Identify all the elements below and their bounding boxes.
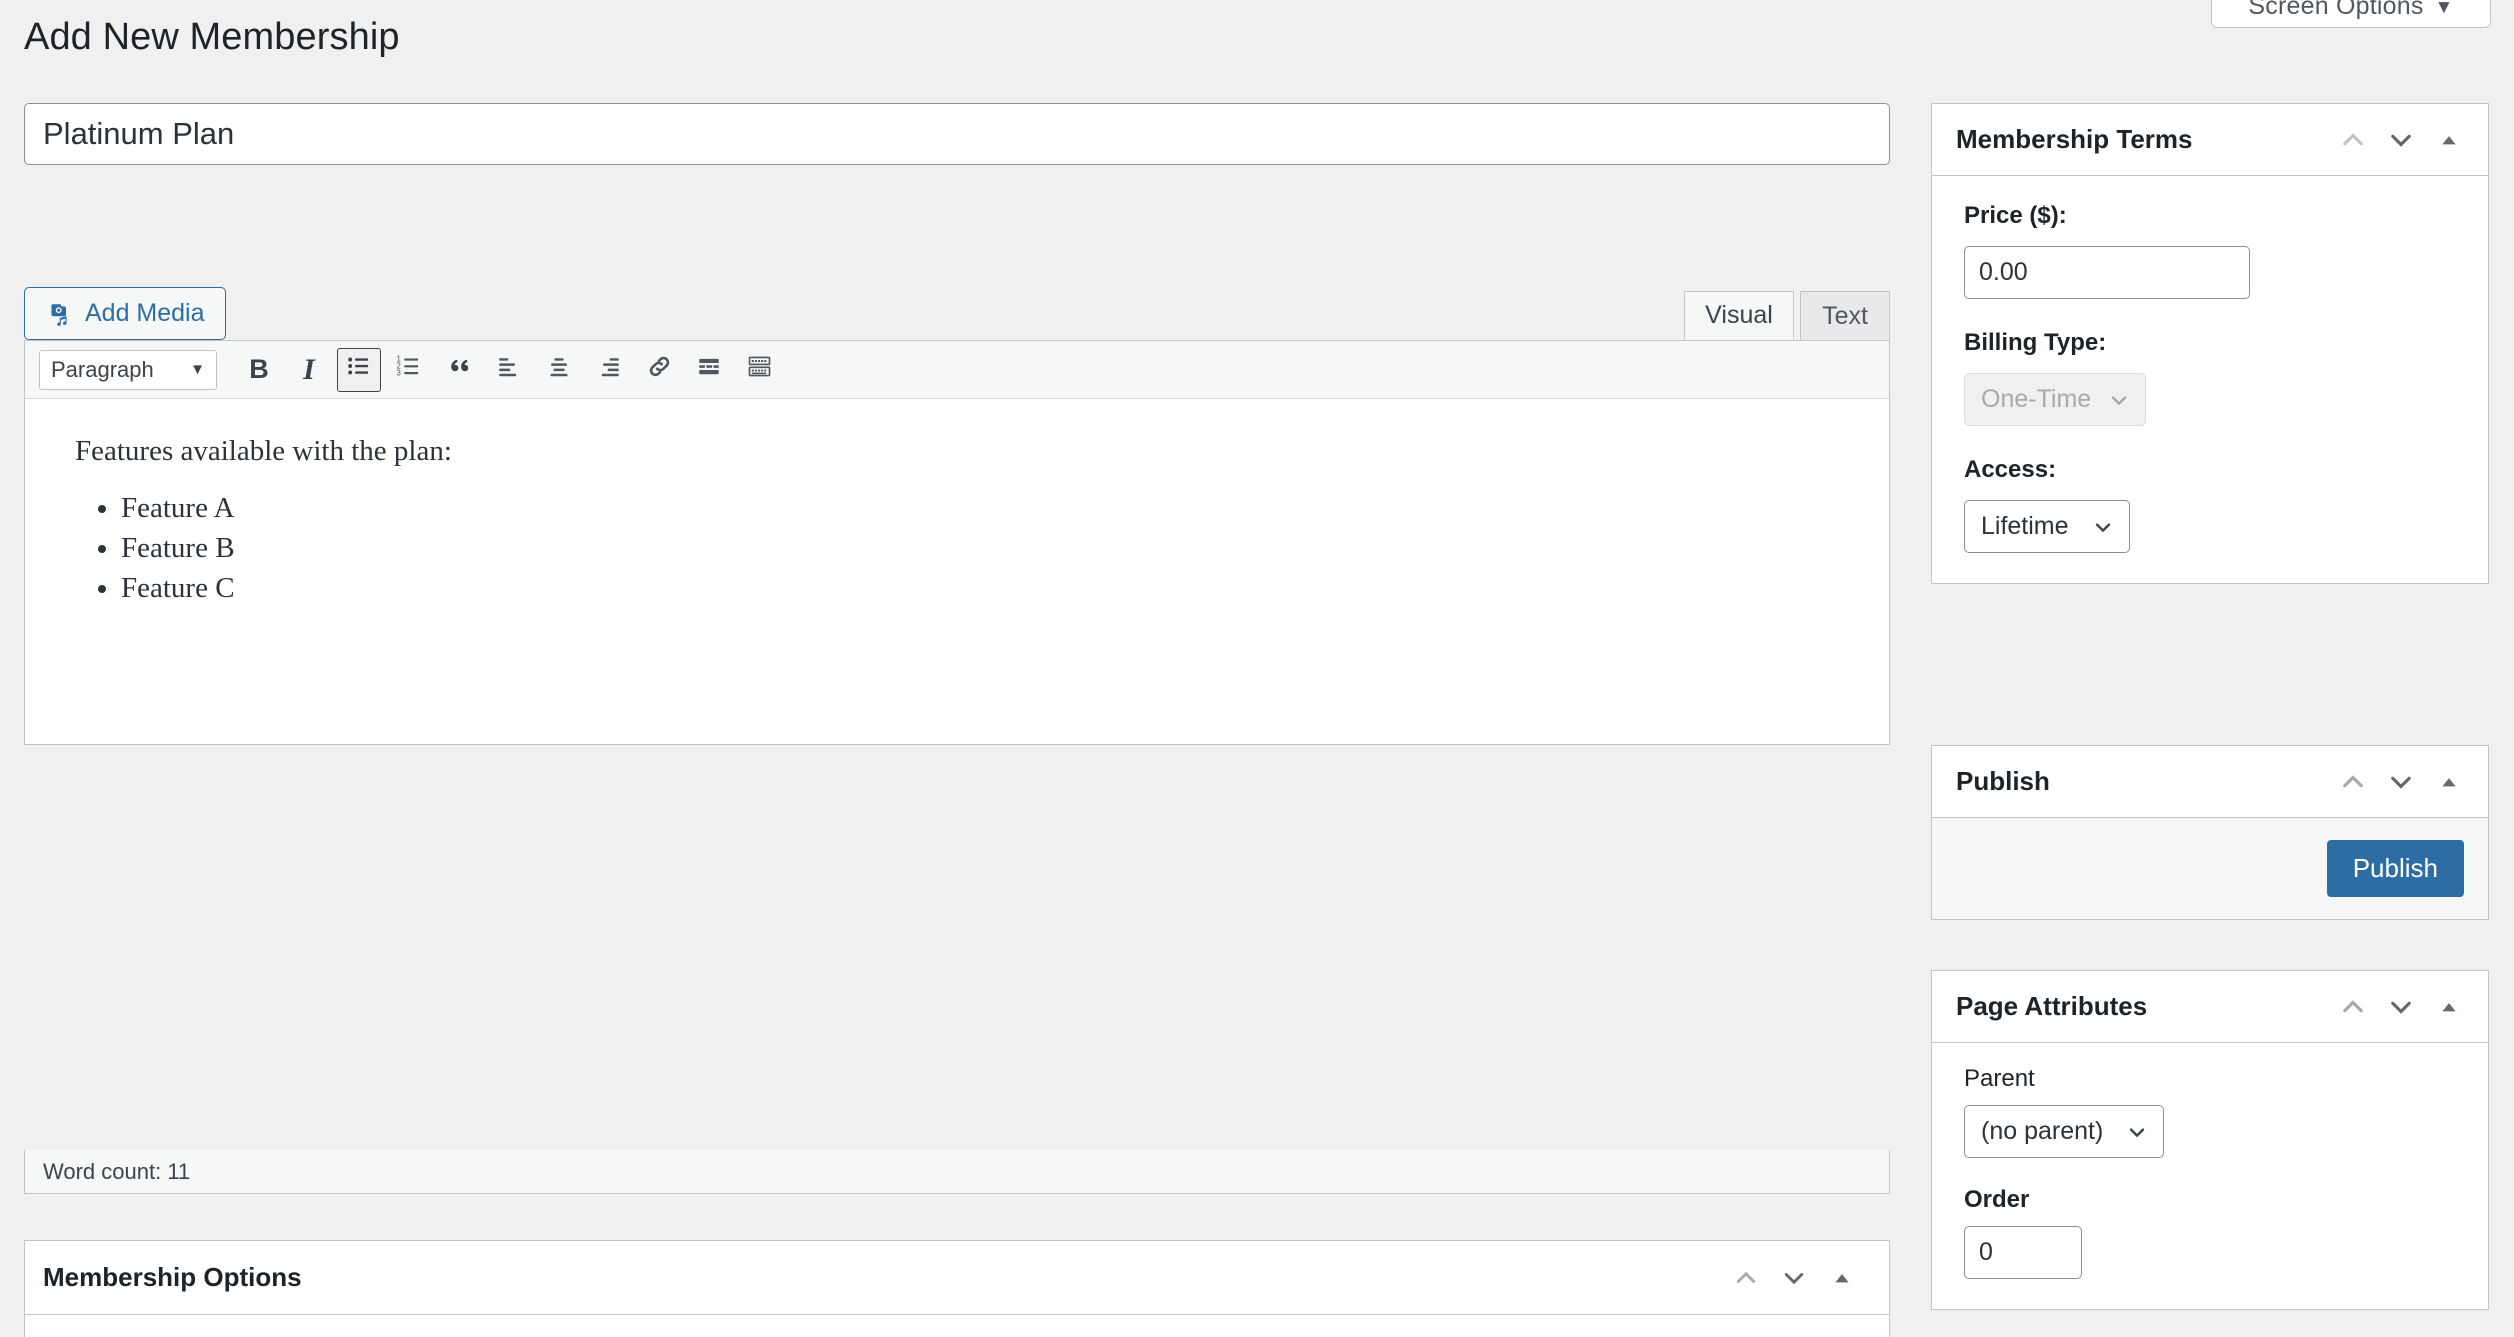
blockquote-button[interactable]: [437, 348, 481, 392]
word-count-bar: Word count: 11: [24, 1150, 1890, 1194]
chevron-down-icon[interactable]: [2386, 125, 2416, 155]
chevron-up-icon[interactable]: [2338, 992, 2368, 1022]
align-left-button[interactable]: [487, 348, 531, 392]
screen-options-button[interactable]: Screen Options ▼: [2211, 0, 2491, 28]
chevron-down-icon: [2125, 1120, 2149, 1144]
list-item: Feature B: [121, 532, 1889, 565]
editor-toolbar: Paragraph ▼ B I 1 2 3: [25, 341, 1889, 399]
insert-read-more-button[interactable]: [687, 348, 731, 392]
page-attributes-title: Page Attributes: [1956, 991, 2148, 1021]
metabox-controls: [2338, 125, 2464, 155]
tab-visual-label: Visual: [1705, 301, 1773, 329]
align-center-icon: [546, 353, 572, 386]
toggle-triangle-icon[interactable]: [2434, 992, 2464, 1022]
chevron-down-icon[interactable]: [2386, 992, 2416, 1022]
order-input[interactable]: [1964, 1226, 2082, 1279]
publish-body: Publish: [1932, 818, 2488, 919]
media-camera-music-icon: [45, 300, 73, 328]
chevron-down-icon: [2091, 515, 2115, 539]
italic-button[interactable]: I: [287, 348, 331, 392]
metabox-controls: [2338, 992, 2464, 1022]
format-select-value: Paragraph: [51, 356, 154, 382]
list-item: Feature C: [121, 572, 1889, 605]
billing-type-label: Billing Type:: [1964, 329, 2107, 356]
toolbar-toggle-button[interactable]: [737, 348, 781, 392]
editor-content-area[interactable]: Features available with the plan: Featur…: [25, 399, 1889, 745]
chevron-down-icon[interactable]: [1779, 1263, 1809, 1293]
billing-type-value: One-Time: [1981, 385, 2092, 413]
price-label: Price ($):: [1964, 202, 2067, 229]
toggle-triangle-icon[interactable]: [2434, 767, 2464, 797]
membership-terms-metabox: Membership Terms Price ($): Billing Type…: [1931, 103, 2489, 584]
post-title-input[interactable]: [24, 103, 1890, 165]
toggle-triangle-icon[interactable]: [2434, 125, 2464, 155]
align-right-icon: [596, 353, 622, 386]
publish-button[interactable]: Publish: [2326, 840, 2464, 897]
numbered-list-icon: 1 2 3: [396, 353, 422, 386]
bulleted-list-icon: [346, 353, 372, 386]
chevron-up-icon[interactable]: [2338, 125, 2368, 155]
bulleted-list-button[interactable]: [337, 347, 381, 392]
chevron-up-icon[interactable]: [2338, 767, 2368, 797]
membership-terms-header[interactable]: Membership Terms: [1932, 104, 2488, 176]
list-item: Feature A: [121, 492, 1889, 525]
wordpress-admin-screen: Screen Options ▼ Add New Membership Add …: [0, 0, 2514, 1337]
add-media-button[interactable]: Add Media: [24, 287, 226, 340]
tab-text-label: Text: [1822, 301, 1868, 330]
word-count-label: Word count: 11: [43, 1158, 191, 1184]
page-title: Add New Membership: [24, 16, 400, 58]
italic-icon: I: [303, 352, 315, 386]
toggle-triangle-icon[interactable]: [1827, 1263, 1857, 1293]
metabox-controls: [1731, 1263, 1857, 1293]
blockquote-icon: [446, 353, 472, 386]
align-left-icon: [496, 353, 522, 386]
chevron-down-icon[interactable]: [2386, 767, 2416, 797]
parent-select[interactable]: (no parent): [1964, 1105, 2164, 1158]
publish-title: Publish: [1956, 766, 2050, 796]
format-select[interactable]: Paragraph ▼: [39, 349, 217, 390]
keyboard-toolbar-toggle-icon: [746, 353, 773, 387]
parent-label: Parent: [1964, 1065, 2035, 1092]
bold-icon: B: [249, 354, 269, 384]
editor-paragraph: Features available with the plan:: [75, 435, 452, 467]
insert-link-button[interactable]: [637, 348, 681, 392]
publish-metabox: Publish Publish: [1931, 745, 2489, 920]
page-attributes-body: Parent (no parent) Order: [1932, 1043, 2488, 1309]
billing-type-select: One-Time: [1964, 373, 2147, 426]
parent-value: (no parent): [1981, 1117, 2104, 1145]
editor-feature-list: Feature A Feature B Feature C: [25, 492, 1889, 605]
add-media-label: Add Media: [85, 299, 205, 327]
order-label: Order: [1964, 1186, 2030, 1213]
screen-options-label: Screen Options: [2248, 0, 2424, 20]
price-input[interactable]: [1964, 246, 2250, 299]
access-select[interactable]: Lifetime: [1964, 500, 2130, 553]
membership-options-title: Membership Options: [43, 1262, 302, 1292]
read-more-icon: [696, 353, 722, 386]
tab-text[interactable]: Text: [1800, 291, 1890, 340]
membership-options-header[interactable]: Membership Options: [25, 1241, 1889, 1315]
content-editor: Paragraph ▼ B I 1 2 3 Features available…: [24, 340, 1890, 745]
align-right-button[interactable]: [587, 348, 631, 392]
align-center-button[interactable]: [537, 348, 581, 392]
chevron-down-icon: ▼: [190, 361, 205, 378]
membership-terms-body: Price ($): Billing Type: One-Time Access…: [1932, 176, 2488, 583]
page-attributes-metabox: Page Attributes Parent (no parent) Order…: [1931, 970, 2489, 1310]
link-icon: [646, 353, 673, 387]
chevron-down-icon: [2107, 388, 2131, 412]
bold-button[interactable]: B: [237, 348, 281, 392]
svg-text:3: 3: [397, 368, 401, 377]
tab-visual[interactable]: Visual: [1684, 291, 1794, 340]
publish-header[interactable]: Publish: [1932, 746, 2488, 818]
chevron-down-icon: ▼: [2434, 0, 2454, 18]
access-value: Lifetime: [1981, 512, 2069, 540]
metabox-controls: [2338, 767, 2464, 797]
access-label: Access:: [1964, 456, 2057, 483]
chevron-up-icon[interactable]: [1731, 1263, 1761, 1293]
membership-terms-title: Membership Terms: [1956, 124, 2193, 154]
numbered-list-button[interactable]: 1 2 3: [387, 348, 431, 392]
page-attributes-header[interactable]: Page Attributes: [1932, 971, 2488, 1043]
membership-options-metabox: Membership Options: [24, 1240, 1890, 1337]
